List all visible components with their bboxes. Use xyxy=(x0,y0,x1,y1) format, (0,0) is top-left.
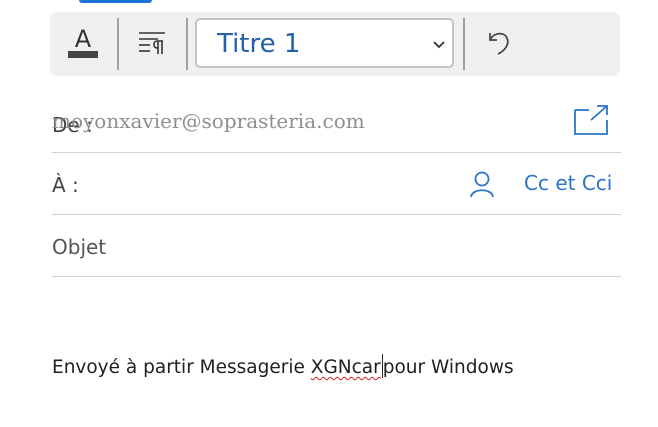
misspelled-word: XGNcar xyxy=(310,357,381,378)
subject-row[interactable]: Objet xyxy=(52,215,621,277)
paragraph-format-button[interactable] xyxy=(126,22,178,66)
toolbar-divider xyxy=(186,18,188,70)
toolbar-divider xyxy=(117,18,119,70)
signature-text-start: Envoyé à partir Messagerie xyxy=(52,357,311,378)
signature-text-end: pour Windows xyxy=(382,357,514,378)
paragraph-style-select[interactable]: Titre 1 xyxy=(195,18,454,68)
undo-button[interactable] xyxy=(473,22,525,66)
paragraph-format-icon xyxy=(136,27,168,62)
from-address[interactable]: moyonxavier@soprasteria.com xyxy=(52,109,365,133)
formatting-toolbar: A Titre 1 xyxy=(50,12,620,76)
svg-text:A: A xyxy=(75,25,92,53)
subject-placeholder: Objet xyxy=(52,235,107,259)
message-body[interactable]: Envoyé à partir Messagerie XGNcar pour Wi… xyxy=(52,354,622,378)
to-label: À : xyxy=(52,173,79,197)
active-tab-indicator xyxy=(79,0,152,3)
style-select-value: Titre 1 xyxy=(217,29,301,59)
popout-icon[interactable] xyxy=(573,104,609,141)
undo-icon xyxy=(484,27,514,62)
toolbar-divider xyxy=(463,18,465,70)
cc-bcc-link[interactable]: Cc et Cci xyxy=(524,171,612,195)
font-color-icon: A xyxy=(67,25,99,64)
font-color-button[interactable]: A xyxy=(57,22,109,66)
chevron-down-icon xyxy=(432,37,446,55)
person-icon[interactable] xyxy=(469,170,495,203)
